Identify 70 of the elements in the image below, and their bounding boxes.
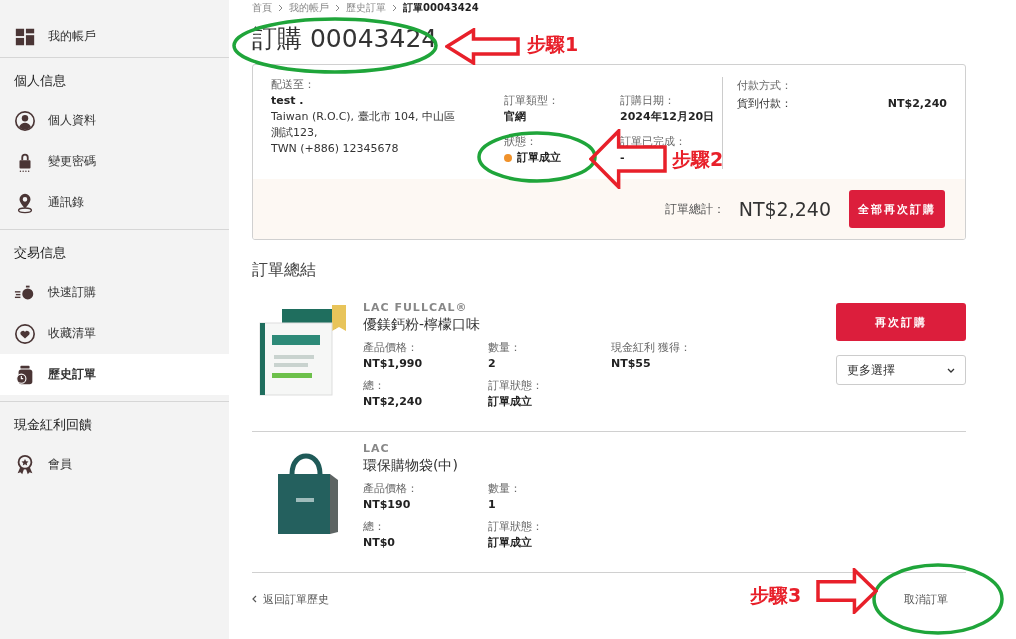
breadcrumb-link[interactable]: 訂單00043424 (403, 1, 479, 15)
breadcrumb-link[interactable]: 歷史訂單 (346, 1, 386, 15)
field-label: 數量： (488, 340, 521, 356)
user-icon (14, 109, 36, 132)
more-options-dropdown[interactable]: 更多選擇 (836, 355, 966, 385)
field-label: 訂單已完成： (620, 134, 686, 150)
field-value: NT$55 (611, 356, 651, 372)
payment-method: 貨到付款： (737, 96, 792, 112)
chevron-right-icon (392, 4, 397, 12)
product-name: 優鎂鈣粉-檸檬口味 (363, 316, 482, 334)
field-value: 官網 (504, 109, 526, 125)
field-label: 總： (363, 378, 385, 394)
shipping-label: 配送至： (271, 77, 316, 93)
step-label: 步驟2 (672, 147, 724, 172)
arrow-annotation (816, 568, 878, 614)
status-text: 訂單成立 (517, 150, 561, 166)
field-value: NT$0 (363, 535, 396, 551)
field-label: 訂單狀態： (488, 519, 543, 535)
total-label: 訂單總計： (664, 200, 725, 218)
chevron-left-icon (252, 595, 257, 603)
step-label: 步驟3 (750, 583, 802, 608)
sidebar-item[interactable]: 會員 (0, 444, 229, 485)
sidebar-item[interactable]: 快速訂購 (0, 272, 229, 313)
section-title: 訂單總結 (252, 260, 317, 281)
field-label: 現金紅利 獲得： (611, 340, 692, 356)
breadcrumb-link[interactable]: 我的帳戶 (289, 1, 329, 15)
field-value: 2024年12月20日 (620, 109, 715, 125)
field-value: 訂單成立 (488, 535, 532, 551)
field-label: 產品價格： (363, 340, 418, 356)
address-line: 測試123, (271, 125, 319, 141)
field-label: 訂購日期： (620, 93, 675, 109)
address-line: TWN (+886) 12345678 (271, 141, 400, 157)
sidebar-item[interactable]: 變更密碼 (0, 141, 229, 182)
payment-amount: NT$2,240 (887, 96, 947, 112)
field-value: NT$190 (363, 497, 411, 513)
field-label: 訂單類型： (504, 93, 559, 109)
payment-label: 付款方式： (737, 78, 793, 94)
product-brand: LAC (363, 442, 391, 455)
cancel-order-link[interactable]: 取消訂單 (904, 591, 948, 607)
field-label: 產品價格： (363, 481, 418, 497)
sidebar-item[interactable]: 歷史訂單 (0, 354, 229, 395)
sidebar-item[interactable]: 收藏清單 (0, 313, 229, 354)
field-value: NT$2,240 (363, 394, 423, 410)
back-link[interactable]: 返回訂單歷史 (252, 591, 329, 607)
field-value: NT$1,990 (363, 356, 423, 372)
step-label: 步驟1 (527, 32, 579, 57)
field-value: 訂單成立 (488, 394, 532, 410)
product-name: 環保購物袋(中) (363, 457, 459, 475)
field-label: 數量： (488, 481, 521, 497)
field-label: 訂單狀態： (488, 378, 543, 394)
chevron-right-icon (278, 4, 283, 12)
sidebar-item[interactable]: 通訊錄 (0, 182, 229, 223)
sidebar-heading: 交易信息 (13, 244, 67, 262)
field-label: 總： (363, 519, 385, 535)
sidebar-heading: 個人信息 (13, 72, 67, 90)
address-line: Taiwan (R.O.C), 臺北市 104, 中山區 (271, 109, 457, 125)
breadcrumb-link[interactable]: 首頁 (252, 1, 272, 15)
sidebar-heading: 現金紅利回饋 (13, 416, 93, 434)
total-amount: NT$2,240 (738, 198, 831, 220)
field-value: - (620, 150, 625, 166)
field-value: 1 (488, 497, 496, 513)
sidebar-item[interactable]: 個人資料 (0, 100, 229, 141)
sidebar-item[interactable]: 我的帳戶 (0, 16, 229, 57)
reorder-all-button[interactable]: 全部再次訂購 (849, 190, 945, 228)
product-brand: LAC FULLCAL® (363, 301, 469, 314)
chevron-down-icon (947, 367, 955, 373)
recipient-name: test . (271, 93, 305, 109)
chevron-right-icon (335, 4, 340, 12)
field-value: 2 (488, 356, 496, 372)
reorder-button[interactable]: 再次訂購 (836, 303, 966, 341)
